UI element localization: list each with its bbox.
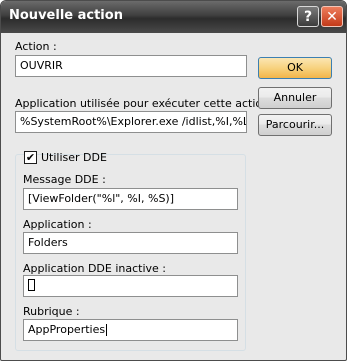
empty-box-glyph (28, 279, 35, 291)
browse-button[interactable]: Parcourir... (258, 114, 332, 136)
checkmark-icon: ✔ (25, 151, 36, 164)
application-label: Application utilisée pour exécuter cette… (15, 97, 277, 110)
use-dde-label: Utiliser DDE (41, 151, 107, 164)
topic-label: Rubrique : (23, 305, 80, 318)
action-input[interactable]: OUVRIR (15, 55, 247, 77)
ok-button[interactable]: OK (258, 57, 332, 79)
topic-value: AppProperties (28, 323, 106, 336)
window-title: Nouvelle action (9, 8, 123, 23)
cancel-button[interactable]: Annuler (258, 87, 332, 109)
topic-input[interactable]: AppProperties (23, 319, 238, 341)
application-input[interactable]: %SystemRoot%\Explorer.exe /idlist,%I,%L (15, 111, 247, 133)
text-cursor (106, 324, 108, 336)
dde-application-label: Application : (23, 218, 92, 231)
close-button[interactable]: ✕ (321, 6, 343, 27)
help-icon: ? (303, 8, 313, 25)
dialog-window: Nouvelle action ? ✕ Action : OUVRIR Appl… (0, 0, 347, 361)
dde-message-input[interactable]: [ViewFolder("%l", %I, %S)] (23, 188, 238, 210)
help-button[interactable]: ? (297, 6, 319, 27)
title-bar[interactable]: Nouvelle action ? ✕ (1, 1, 346, 33)
action-label: Action : (15, 40, 57, 53)
dde-message-label: Message DDE : (23, 173, 106, 186)
dde-app-inactive-label: Application DDE inactive : (23, 262, 167, 275)
dde-application-input[interactable]: Folders (23, 232, 238, 254)
use-dde-checkbox[interactable]: ✔ (24, 151, 37, 164)
dde-app-inactive-input[interactable] (23, 275, 238, 297)
close-icon: ✕ (326, 8, 338, 25)
